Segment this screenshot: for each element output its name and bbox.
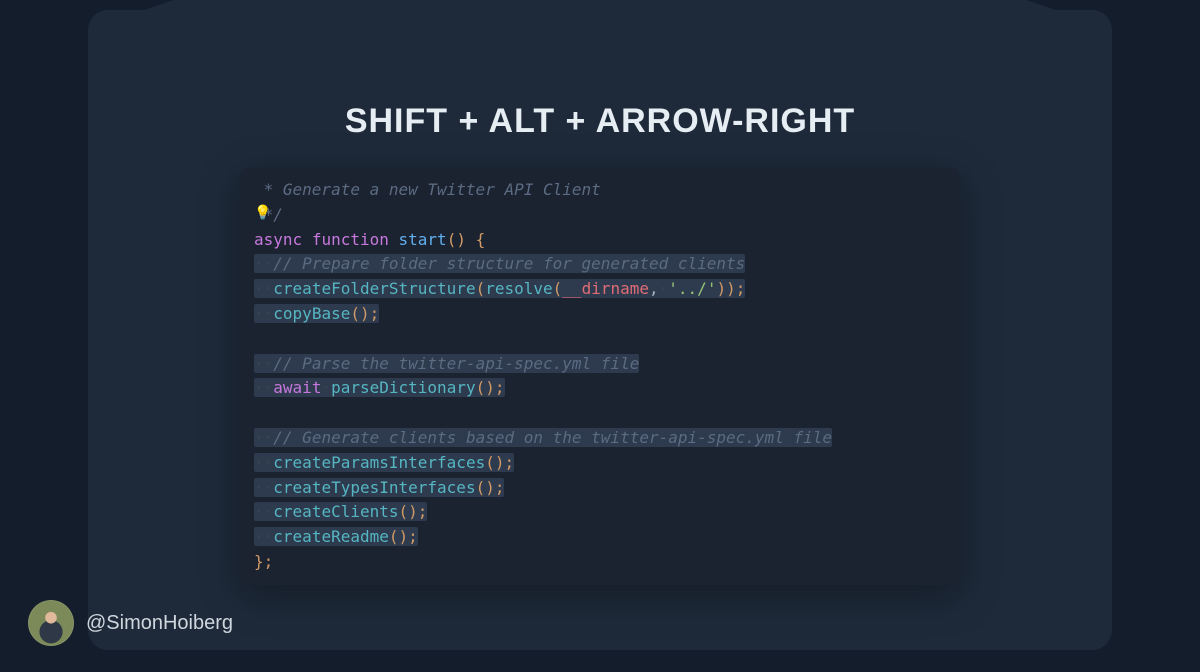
- paren: (): [447, 230, 466, 249]
- code-line: ··createTypesInterfaces();: [254, 476, 946, 501]
- brace: {: [466, 230, 485, 249]
- code-line: ··await·parseDictionary();: [254, 376, 946, 401]
- author-handle: @SimonHoiberg: [86, 612, 233, 635]
- call-expr: copyBase: [273, 304, 350, 323]
- call-expr: createFolderStructure: [273, 279, 475, 298]
- code-line: async function start() {: [254, 228, 946, 253]
- keyword-async: async: [254, 230, 302, 249]
- shortcut-title: Shift + Alt + Arrow-Right: [88, 102, 1112, 141]
- selection: ··// Prepare folder structure for genera…: [254, 254, 745, 273]
- code-line: ··copyBase();: [254, 302, 946, 327]
- inline-comment: // Generate clients based on the twitter…: [273, 428, 832, 447]
- code-line: ··createFolderStructure(resolve(__dirnam…: [254, 277, 946, 302]
- code-line: ··// Prepare folder structure for genera…: [254, 252, 946, 277]
- selection: ··createReadme();: [254, 527, 418, 546]
- selection: ··copyBase();: [254, 304, 379, 323]
- inline-comment: // Parse the twitter-api-spec.yml file: [273, 354, 639, 373]
- selection: ··await·parseDictionary();: [254, 378, 505, 397]
- function-name: start: [399, 230, 447, 249]
- code-line: ··createReadme();: [254, 525, 946, 550]
- inline-comment: // Prepare folder structure for generate…: [273, 254, 745, 273]
- code-line: ··createClients();: [254, 500, 946, 525]
- code-line: ··createParamsInterfaces();: [254, 451, 946, 476]
- selection: ··createClients();: [254, 502, 427, 521]
- selection: ··createFolderStructure(resolve(__dirnam…: [254, 279, 745, 298]
- call-expr: createTypesInterfaces: [273, 478, 475, 497]
- keyword-function: function: [312, 230, 389, 249]
- author-badge: @SimonHoiberg: [28, 600, 233, 646]
- string-literal: '../': [668, 279, 716, 298]
- call-expr: createClients: [273, 502, 398, 521]
- panel-roof: [88, 0, 1112, 30]
- call-expr: createReadme: [273, 527, 389, 546]
- selection: ··// Generate clients based on the twitt…: [254, 428, 832, 447]
- code-line: 💡 */: [254, 203, 946, 228]
- code-line: ··// Parse the twitter-api-spec.yml file: [254, 352, 946, 377]
- code-editor: * Generate a new Twitter API Client 💡 */…: [240, 168, 960, 585]
- lightbulb-icon[interactable]: 💡: [254, 203, 271, 225]
- selection: ··// Parse the twitter-api-spec.yml file: [254, 354, 639, 373]
- code-line: };: [254, 550, 946, 575]
- close-brace: };: [254, 552, 273, 571]
- code-line: [254, 327, 946, 352]
- card-panel: Shift + Alt + Arrow-Right * Generate a n…: [88, 10, 1112, 650]
- code-line: ··// Generate clients based on the twitt…: [254, 426, 946, 451]
- code-line: [254, 401, 946, 426]
- avatar: [28, 600, 74, 646]
- call-expr: parseDictionary: [331, 378, 476, 397]
- selection: ··createTypesInterfaces();: [254, 478, 504, 497]
- jsdoc-comment: * Generate a new Twitter API Client: [254, 180, 601, 199]
- code-line: * Generate a new Twitter API Client: [254, 178, 946, 203]
- variable: __dirname: [562, 279, 649, 298]
- call-expr: createParamsInterfaces: [273, 453, 485, 472]
- selection: ··createParamsInterfaces();: [254, 453, 514, 472]
- keyword-await: await: [273, 378, 321, 397]
